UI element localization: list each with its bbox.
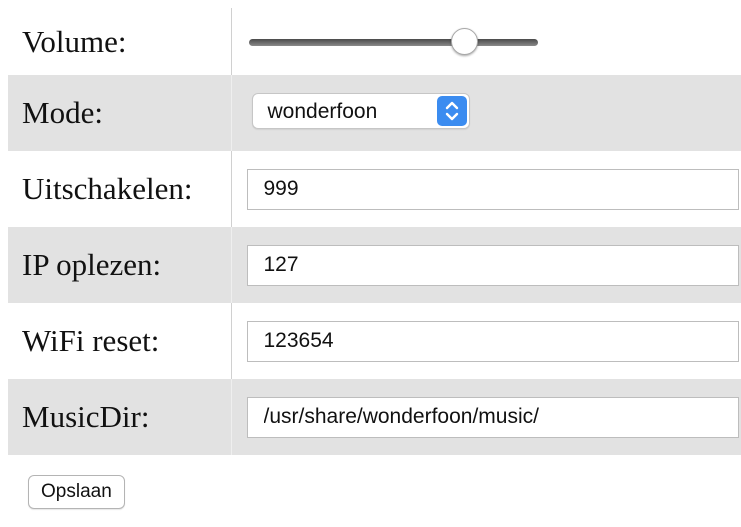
mode-label: Mode: bbox=[8, 75, 232, 151]
music-dir-row: MusicDir: bbox=[8, 379, 741, 455]
music-dir-label: MusicDir: bbox=[8, 379, 232, 455]
ip-oplezen-input[interactable] bbox=[246, 244, 739, 286]
volume-slider-track[interactable] bbox=[248, 38, 538, 46]
ip-oplezen-label: IP oplezen: bbox=[8, 227, 232, 303]
volume-slider[interactable] bbox=[248, 27, 538, 57]
uitschakelen-label: Uitschakelen: bbox=[8, 151, 232, 227]
save-button[interactable]: Opslaan bbox=[28, 475, 125, 509]
settings-form-table: Volume: Mode: wonderfoon Uitschakelen: 9… bbox=[8, 8, 741, 455]
wifi-reset-cell bbox=[231, 303, 741, 379]
wifi-reset-input[interactable] bbox=[246, 320, 739, 362]
volume-cell bbox=[231, 8, 741, 75]
mode-row: Mode: wonderfoon bbox=[8, 75, 741, 151]
ip-oplezen-cell bbox=[231, 227, 741, 303]
volume-slider-thumb[interactable] bbox=[451, 27, 479, 55]
volume-row: Volume: bbox=[8, 8, 741, 75]
mode-cell: wonderfoon bbox=[231, 75, 741, 151]
ip-oplezen-row: IP oplezen: bbox=[8, 227, 741, 303]
uitschakelen-row: Uitschakelen: bbox=[8, 151, 741, 227]
chevron-up-down-icon[interactable] bbox=[436, 95, 467, 126]
music-dir-input[interactable] bbox=[246, 396, 739, 438]
submit-area: Opslaan bbox=[28, 475, 125, 509]
wifi-reset-label: WiFi reset: bbox=[8, 303, 232, 379]
mode-select-value: wonderfoon bbox=[267, 99, 378, 123]
wifi-reset-row: WiFi reset: bbox=[8, 303, 741, 379]
mode-select[interactable]: wonderfoon bbox=[251, 92, 470, 129]
uitschakelen-input[interactable] bbox=[246, 168, 739, 210]
music-dir-cell bbox=[231, 379, 741, 455]
uitschakelen-cell bbox=[231, 151, 741, 227]
volume-label: Volume: bbox=[8, 8, 232, 75]
